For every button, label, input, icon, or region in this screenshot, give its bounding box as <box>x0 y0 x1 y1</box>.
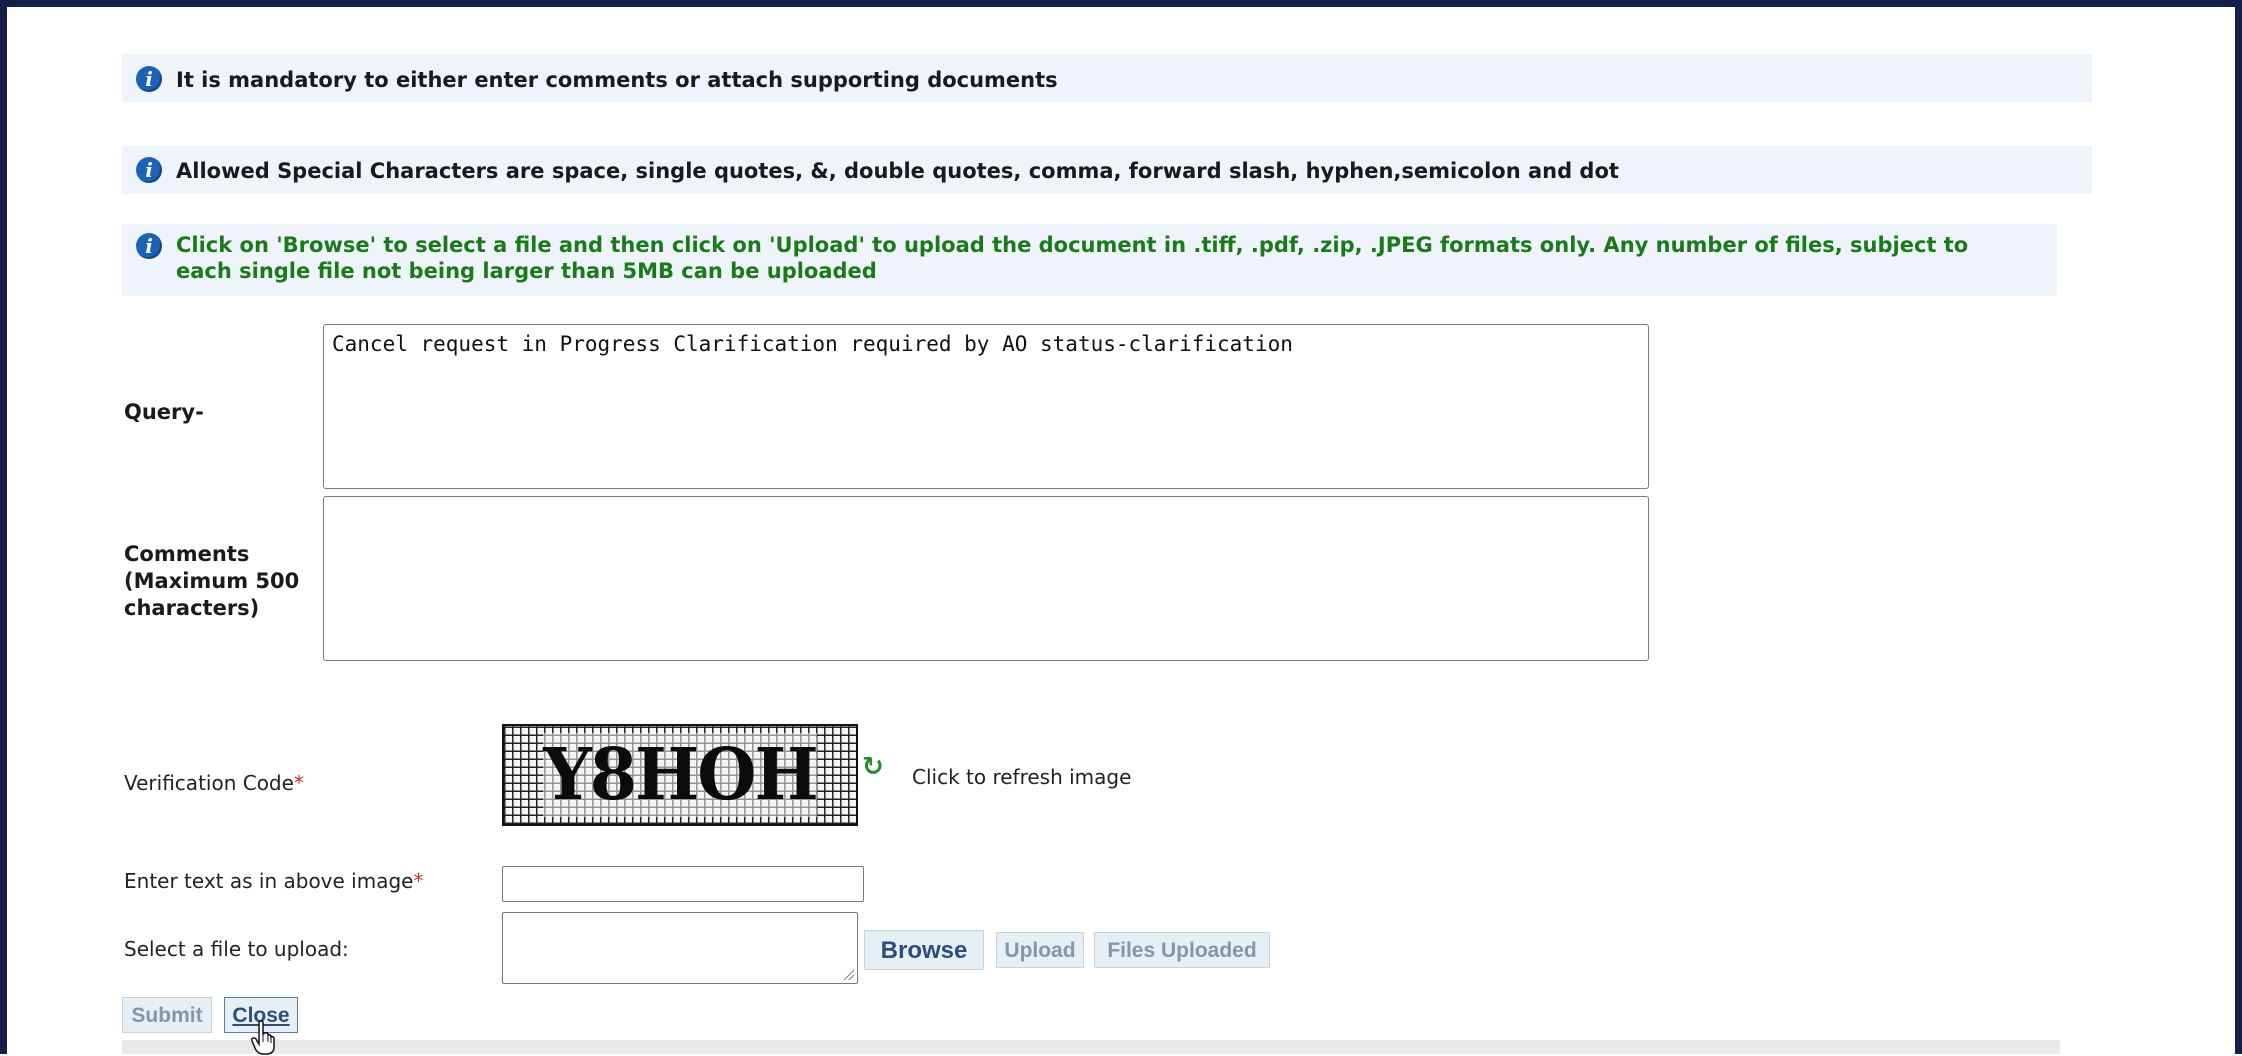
comments-textarea[interactable] <box>323 496 1649 661</box>
enter-text-label: Enter text as in above image* <box>124 869 423 893</box>
refresh-icon[interactable]: ↻ <box>862 752 884 782</box>
notice-text: Allowed Special Characters are space, si… <box>176 159 1619 183</box>
notice-line-2: each single file not being larger than 5… <box>176 259 877 283</box>
refresh-image-link[interactable]: Click to refresh image <box>912 765 1131 789</box>
verification-code-label: Verification Code* <box>124 771 304 795</box>
comments-label: Comments (Maximum 500 characters) <box>124 541 299 622</box>
info-icon: i <box>136 157 162 183</box>
notice-mandatory: i It is mandatory to either enter commen… <box>122 54 2092 102</box>
info-icon: i <box>136 233 162 259</box>
notice-special-characters: i Allowed Special Characters are space, … <box>122 146 2092 194</box>
footer-strip <box>122 1040 2060 1054</box>
notice-text: Click on 'Browse' to select a file and t… <box>176 232 1968 284</box>
captcha-image: Y8HOH <box>502 724 858 826</box>
notice-line-1: Click on 'Browse' to select a file and t… <box>176 233 1969 257</box>
verification-code-label-text: Verification Code <box>124 771 294 795</box>
upload-button[interactable]: Upload <box>996 932 1084 968</box>
query-label: Query- <box>124 400 204 424</box>
captcha-text: Y8HOH <box>543 733 819 817</box>
notice-upload-instructions: i Click on 'Browse' to select a file and… <box>122 224 2057 296</box>
hand-cursor-icon <box>251 1020 275 1055</box>
info-icon: i <box>136 66 162 92</box>
files-uploaded-button[interactable]: Files Uploaded <box>1094 932 1270 968</box>
comments-label-line-3: characters) <box>124 596 260 620</box>
required-asterisk: * <box>293 771 304 795</box>
query-textarea[interactable]: Cancel request in Progress Clarification… <box>323 324 1649 489</box>
notice-text: It is mandatory to either enter comments… <box>176 68 1058 92</box>
file-path-textarea[interactable] <box>502 912 858 984</box>
enter-text-label-text: Enter text as in above image <box>124 869 414 893</box>
resize-grip-icon[interactable] <box>842 968 854 980</box>
captcha-input[interactable] <box>502 866 864 902</box>
comments-label-line-1: Comments <box>124 542 250 566</box>
file-upload-label: Select a file to upload: <box>124 937 349 961</box>
submit-button[interactable]: Submit <box>122 997 212 1033</box>
required-asterisk: * <box>413 869 424 893</box>
comments-label-line-2: (Maximum 500 <box>124 569 300 593</box>
browse-button[interactable]: Browse <box>864 930 984 970</box>
